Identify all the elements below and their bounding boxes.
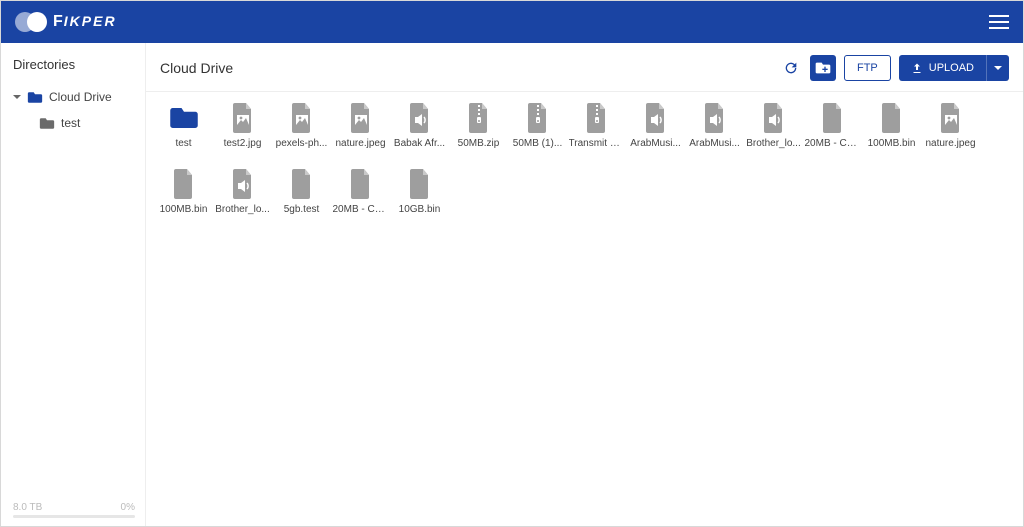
chevron-down-icon xyxy=(994,66,1002,70)
audio-file-icon xyxy=(227,168,259,200)
file-item-label: nature.jpeg xyxy=(923,138,979,149)
ftp-button-label: FTP xyxy=(857,62,878,74)
file-item-label: ArabMusi... xyxy=(628,138,684,149)
ftp-button[interactable]: FTP xyxy=(844,55,891,81)
brand[interactable]: FIKPER xyxy=(15,11,117,33)
upload-icon xyxy=(911,62,923,74)
file-item[interactable]: 50MB.zip xyxy=(449,102,508,164)
file-item-label: Transmit S... xyxy=(569,138,625,149)
file-item-label: 50MB (1)... xyxy=(510,138,566,149)
chevron-down-icon[interactable] xyxy=(13,95,21,99)
file-grid: testtest2.jpgpexels-ph...nature.jpegBaba… xyxy=(154,102,1015,234)
audio-file-icon xyxy=(640,102,672,134)
audio-file-icon xyxy=(699,102,731,134)
file-item[interactable]: 20MB - Co... xyxy=(803,102,862,164)
breadcrumb[interactable]: Cloud Drive xyxy=(160,60,233,76)
folder-icon xyxy=(39,117,55,130)
file-item-label: Brother_lo... xyxy=(215,204,271,215)
tree-item-test[interactable]: test xyxy=(13,112,135,134)
refresh-icon xyxy=(783,60,799,76)
file-item-label: 50MB.zip xyxy=(451,138,507,149)
file-file-icon xyxy=(876,102,908,134)
brand-text: FIKPER xyxy=(53,13,117,31)
zip-file-icon xyxy=(463,102,495,134)
top-banner: FIKPER xyxy=(1,1,1023,43)
file-file-icon xyxy=(345,168,377,200)
new-folder-button[interactable] xyxy=(810,55,836,81)
storage-indicator: 8.0 TB 0% xyxy=(13,496,135,518)
new-folder-icon xyxy=(815,61,831,75)
file-item[interactable]: Brother_lo... xyxy=(744,102,803,164)
file-item-label: 5gb.test xyxy=(274,204,330,215)
brand-rest: IKPER xyxy=(64,13,117,29)
file-item-label: test2.jpg xyxy=(215,138,271,149)
file-item[interactable]: Brother_lo... xyxy=(213,168,272,230)
file-item[interactable]: 100MB.bin xyxy=(154,168,213,230)
file-item[interactable]: 20MB - Co... xyxy=(331,168,390,230)
upload-caret-button[interactable] xyxy=(987,55,1009,81)
file-item[interactable]: Babak Afr... xyxy=(390,102,449,164)
file-item-label: Babak Afr... xyxy=(392,138,448,149)
sidebar-title: Directories xyxy=(13,57,135,72)
file-grid-wrapper: testtest2.jpgpexels-ph...nature.jpegBaba… xyxy=(146,92,1023,526)
sidebar: Directories Cloud Drive test xyxy=(1,43,146,526)
file-file-icon xyxy=(286,168,318,200)
image-file-icon xyxy=(345,102,377,134)
file-item[interactable]: pexels-ph... xyxy=(272,102,331,164)
zip-file-icon xyxy=(581,102,613,134)
toolbar: Cloud Drive FTP UPLOAD xyxy=(146,43,1023,92)
file-file-icon xyxy=(404,168,436,200)
file-item[interactable]: 10GB.bin xyxy=(390,168,449,230)
audio-file-icon xyxy=(758,102,790,134)
file-item[interactable]: 100MB.bin xyxy=(862,102,921,164)
file-item-label: test xyxy=(156,138,212,149)
file-item[interactable]: 5gb.test xyxy=(272,168,331,230)
file-item-label: 20MB - Co... xyxy=(333,204,389,215)
file-item[interactable]: 50MB (1)... xyxy=(508,102,567,164)
file-item-label: Brother_lo... xyxy=(746,138,802,149)
file-item-label: 10GB.bin xyxy=(392,204,448,215)
file-file-icon xyxy=(168,168,200,200)
image-file-icon xyxy=(227,102,259,134)
storage-used-pct: 0% xyxy=(121,502,135,513)
file-item-label: ArabMusi... xyxy=(687,138,743,149)
tree-root-cloud-drive[interactable]: Cloud Drive xyxy=(13,86,135,108)
audio-file-icon xyxy=(404,102,436,134)
upload-button-label: UPLOAD xyxy=(929,62,974,74)
upload-button[interactable]: UPLOAD xyxy=(899,55,987,81)
folder-icon xyxy=(27,91,43,104)
file-item-label: 100MB.bin xyxy=(156,204,212,215)
file-file-icon xyxy=(817,102,849,134)
zip-file-icon xyxy=(522,102,554,134)
storage-capacity: 8.0 TB xyxy=(13,502,42,513)
folder-item[interactable]: test xyxy=(154,102,213,164)
file-item[interactable]: ArabMusi... xyxy=(685,102,744,164)
file-item-label: 100MB.bin xyxy=(864,138,920,149)
file-item-label: pexels-ph... xyxy=(274,138,330,149)
tree-root-label: Cloud Drive xyxy=(49,90,112,104)
app-body: Directories Cloud Drive test xyxy=(1,43,1023,526)
storage-bar xyxy=(13,515,135,518)
toolbar-actions: FTP UPLOAD xyxy=(780,55,1009,81)
file-item[interactable]: Transmit S... xyxy=(567,102,626,164)
tree-item-label: test xyxy=(61,116,80,130)
file-item[interactable]: test2.jpg xyxy=(213,102,272,164)
brand-logo-icon xyxy=(15,11,49,33)
image-file-icon xyxy=(286,102,318,134)
main-panel: Cloud Drive FTP UPLOAD xyxy=(146,43,1023,526)
file-item[interactable]: nature.jpeg xyxy=(921,102,980,164)
file-item-label: 20MB - Co... xyxy=(805,138,861,149)
file-item[interactable]: nature.jpeg xyxy=(331,102,390,164)
refresh-button[interactable] xyxy=(780,55,802,81)
file-item[interactable]: ArabMusi... xyxy=(626,102,685,164)
app-window: FIKPER Directories Cloud Drive xyxy=(0,0,1024,527)
folder-icon xyxy=(168,102,200,134)
upload-button-group: UPLOAD xyxy=(899,55,1009,81)
image-file-icon xyxy=(935,102,967,134)
menu-icon[interactable] xyxy=(989,15,1009,29)
brand-first-letter: F xyxy=(53,13,64,30)
file-item-label: nature.jpeg xyxy=(333,138,389,149)
directory-tree: Cloud Drive test xyxy=(13,86,135,496)
